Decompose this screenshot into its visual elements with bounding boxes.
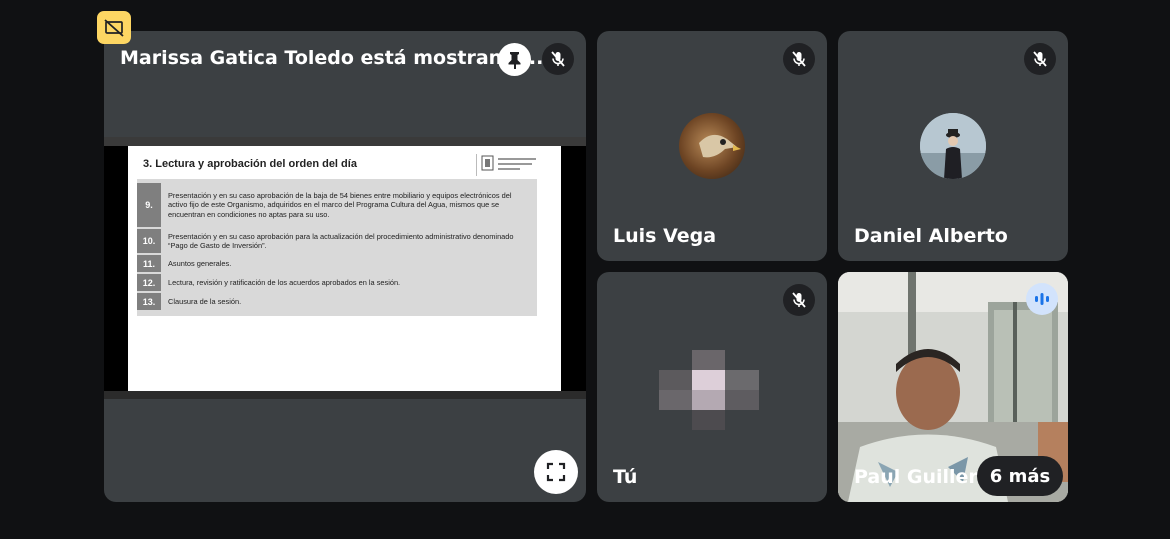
speaking-indicator: [1026, 283, 1058, 315]
agenda-number: 12.: [137, 274, 161, 291]
agenda-number: 13.: [137, 293, 161, 310]
participant-tile-daniel-alberto[interactable]: Daniel Alberto: [838, 31, 1068, 261]
organization-logo: [476, 154, 545, 176]
powerpoint-titlebar: [104, 137, 586, 146]
mic-off-indicator: [783, 284, 815, 316]
presentation-slide: 3. Lectura y aprobación del orden del dí…: [128, 146, 561, 391]
agenda-item: 12. Lectura, revisión y ratificación de …: [137, 274, 537, 291]
agenda-item: 13. Clausura de la sesión.: [137, 293, 537, 310]
agenda-number: 11.: [137, 255, 161, 272]
participant-tile-you[interactable]: Tú: [597, 272, 827, 502]
presenter-tile[interactable]: 3. Lectura y aprobación del orden del dí…: [104, 31, 586, 502]
mic-off-indicator: [783, 43, 815, 75]
mic-off-icon: [1033, 51, 1047, 67]
agenda-number: 9.: [137, 183, 161, 227]
powerpoint-statusbar: [104, 391, 586, 399]
participant-name: Daniel Alberto: [854, 225, 1008, 247]
agenda-item: 10. Presentación y en su caso aprobación…: [137, 229, 537, 253]
more-participants-button[interactable]: 6 más: [977, 456, 1063, 496]
present-to-all-off-icon[interactable]: [97, 11, 131, 44]
agenda-text: Presentación y en su caso aprobación par…: [168, 231, 514, 250]
fullscreen-button[interactable]: [534, 450, 578, 494]
agenda-text: Clausura de la sesión.: [168, 296, 242, 306]
agenda-item: 11. Asuntos generales.: [137, 255, 537, 272]
participant-name: Tú: [613, 466, 638, 488]
participant-name: Luis Vega: [613, 225, 717, 247]
mic-off-icon: [792, 292, 806, 308]
agenda-text: Presentación y en su caso aprobación de …: [168, 190, 512, 219]
mic-off-indicator: [542, 43, 574, 75]
presenter-title: Marissa Gatica Toledo está mostrando...: [120, 47, 551, 69]
slide-title: 3. Lectura y aprobación del orden del dí…: [143, 158, 357, 170]
mic-off-icon: [551, 51, 565, 67]
avatar: [679, 113, 745, 179]
blurred-self-view: [659, 350, 759, 430]
participant-tile-paul-guillermo[interactable]: Paul Guillermo 6 más: [838, 272, 1068, 502]
agenda-number: 10.: [137, 229, 161, 253]
agenda-list: 9. Presentación y en su caso aprobación …: [137, 179, 537, 316]
audio-wave-icon: [1035, 293, 1049, 305]
avatar: [920, 113, 986, 179]
agenda-item: 9. Presentación y en su caso aprobación …: [137, 183, 537, 227]
mic-off-icon: [792, 51, 806, 67]
pin-button[interactable]: [498, 43, 531, 76]
pin-icon: [508, 51, 520, 69]
participant-tile-luis-vega[interactable]: Luis Vega: [597, 31, 827, 261]
agenda-text: Asuntos generales.: [168, 258, 232, 268]
agenda-text: Lectura, revisión y ratificación de los …: [168, 277, 401, 287]
mic-off-indicator: [1024, 43, 1056, 75]
shared-screen: 3. Lectura y aprobación del orden del dí…: [104, 137, 586, 399]
fullscreen-icon: [546, 462, 566, 482]
